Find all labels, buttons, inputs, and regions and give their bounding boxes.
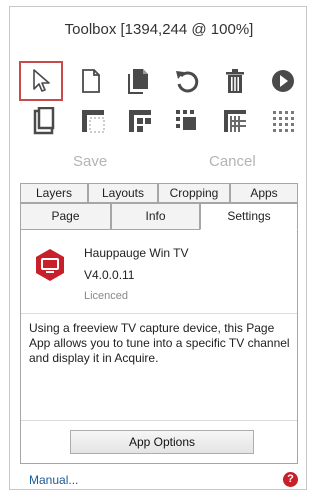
grid-lines-icon — [224, 110, 246, 132]
tab-layers[interactable]: Layers — [20, 183, 88, 203]
new-page-icon — [82, 69, 100, 93]
crop-page-icon — [33, 107, 55, 135]
question-icon[interactable]: ? — [283, 472, 298, 487]
play-icon — [272, 70, 294, 92]
tv-app-icon — [36, 249, 64, 281]
divider — [21, 313, 297, 314]
undo-button[interactable] — [165, 61, 209, 101]
pointer-tool-button[interactable] — [19, 61, 63, 101]
save-button[interactable]: Save — [73, 153, 107, 170]
play-button[interactable] — [261, 61, 305, 101]
page-copy-button[interactable] — [117, 61, 161, 101]
grid-corner-icon — [82, 110, 105, 133]
tab-page[interactable]: Page — [20, 203, 111, 230]
pointer-icon — [33, 69, 50, 92]
app-name: Hauppauge Win TV — [84, 246, 189, 260]
app-license-status: Licenced — [84, 290, 129, 302]
tab-info[interactable]: Info — [111, 203, 200, 230]
grid-dots-icon — [273, 111, 294, 132]
toolbox-window: Toolbox [1394,244 @ 100%] Save Cancel La… — [9, 6, 307, 490]
delete-button[interactable] — [213, 61, 257, 101]
tab-cropping[interactable]: Cropping — [158, 183, 230, 203]
grid-split-icon — [129, 110, 151, 132]
app-options-button[interactable]: App Options — [70, 430, 254, 454]
cancel-button[interactable]: Cancel — [209, 153, 256, 170]
layout-dashed-button[interactable] — [165, 101, 209, 141]
layout-corner-button[interactable] — [71, 101, 115, 141]
page-filled-icon — [128, 69, 148, 94]
trash-icon — [226, 69, 244, 93]
layout-lines-button[interactable] — [213, 101, 257, 141]
layout-dots-button[interactable] — [261, 101, 305, 141]
settings-panel: Hauppauge Win TV V4.0.0.11 Licenced Usin… — [20, 229, 298, 464]
grid-dashed-icon — [176, 110, 196, 130]
app-description: Using a freeview TV capture device, this… — [29, 321, 290, 365]
window-title: Toolbox [1394,244 @ 100%] — [64, 21, 254, 38]
app-version: V4.0.0.11 — [84, 268, 135, 282]
crop-page-button[interactable] — [23, 101, 67, 141]
new-page-button[interactable] — [69, 61, 113, 101]
tab-settings[interactable]: Settings — [200, 203, 298, 230]
layout-split-button[interactable] — [118, 101, 162, 141]
tab-layouts[interactable]: Layouts — [88, 183, 158, 203]
tab-apps[interactable]: Apps — [230, 183, 298, 203]
divider — [21, 420, 297, 421]
undo-icon — [176, 71, 199, 93]
manual-link[interactable]: Manual... — [29, 473, 78, 487]
